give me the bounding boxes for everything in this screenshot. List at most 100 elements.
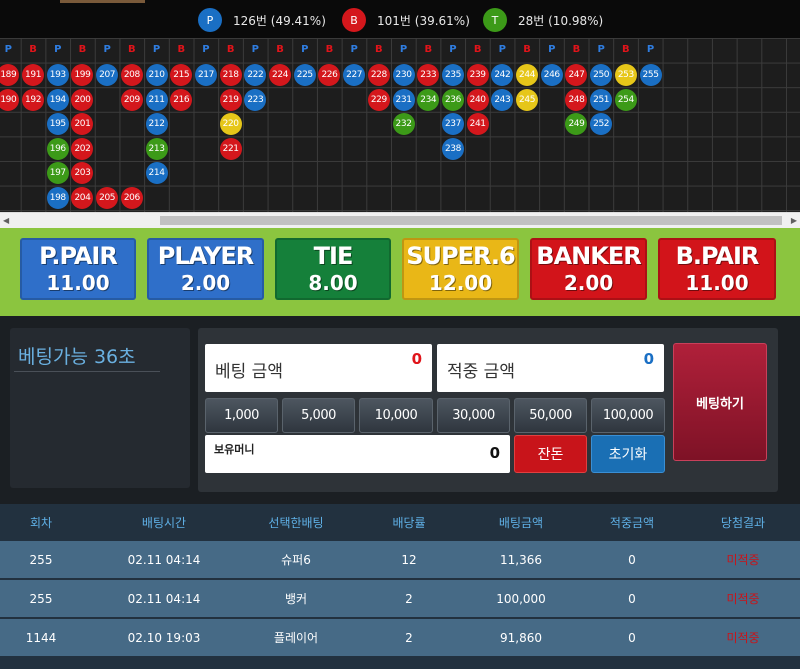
road-header-p: P [4, 44, 13, 55]
road-bead: 222 [244, 63, 267, 86]
cell-odds: 2 [405, 630, 413, 645]
timer-panel: 베팅가능 36초 [10, 328, 190, 488]
chip-30000-button[interactable]: 30,000 [437, 398, 510, 433]
road-header-b: B [325, 44, 334, 55]
bet-name: PLAYER [157, 242, 254, 270]
road-bead: 229 [367, 88, 390, 111]
road-bead: 192 [22, 88, 45, 111]
road-bead: 235 [441, 63, 464, 86]
bet-odds: 8.00 [308, 271, 358, 295]
reset-button[interactable]: 초기화 [591, 435, 665, 473]
chip-1000-button[interactable]: 1,000 [205, 398, 278, 433]
road-bead: 248 [565, 88, 588, 111]
p-pair-button[interactable]: P.PAIR 11.00 [20, 238, 136, 300]
road-bead: 232 [392, 113, 415, 136]
road-header-b: B [29, 44, 37, 55]
road-header-p: P [399, 44, 408, 55]
tie-button[interactable]: TIE 8.00 [275, 238, 391, 300]
road-header-p: P [301, 44, 309, 55]
chip-5000-button[interactable]: 5,000 [282, 398, 355, 433]
bet-odds: 11.00 [685, 271, 749, 295]
chip-100000-button[interactable]: 100,000 [591, 398, 665, 433]
banker-icon: B [342, 8, 366, 32]
road-header-b: B [177, 44, 186, 55]
road-bead: 200 [71, 88, 94, 111]
scroll-thumb[interactable] [160, 216, 782, 225]
road-bead: 228 [367, 63, 390, 86]
road-bead: 213 [145, 137, 168, 160]
bet-name: TIE [313, 242, 354, 270]
road-bead: 252 [590, 113, 613, 136]
cell-round: 255 [29, 552, 53, 567]
cell-win-amount: 0 [628, 591, 636, 606]
scroll-right-icon[interactable]: ▶ [791, 216, 797, 225]
road-header-p: P [597, 44, 605, 55]
cell-odds: 12 [401, 552, 417, 567]
road-bead: 205 [96, 186, 119, 209]
stats-bar: P 126번 (49.41%) B 101번 (39.61%) T 28번 (1… [0, 0, 800, 38]
road-header-b: B [128, 44, 136, 55]
road-header-p: P [548, 44, 556, 55]
table-row[interactable]: 255 02.11 04:14 슈퍼6 12 11,366 0 미적중 [0, 541, 800, 578]
bet-type-panel: P.PAIR 11.00 PLAYER 2.00 TIE 8.00 SUPER.… [0, 228, 800, 316]
b-pair-button[interactable]: B.PAIR 11.00 [658, 238, 776, 300]
table-row[interactable]: 1144 02.10 19:03 플레이어 2 91,860 0 미적중 [0, 619, 800, 656]
scroll-left-icon[interactable]: ◀ [3, 216, 9, 225]
tie-stat-text: 28번 (10.98%) [518, 13, 604, 28]
header-odds: 배당률 [392, 516, 426, 530]
header-result: 당첨결과 [720, 516, 766, 530]
road-header-p: P [251, 44, 260, 55]
super6-button[interactable]: SUPER.6 12.00 [402, 238, 519, 300]
road-bead: 190 [0, 88, 20, 111]
road-bead: 250 [590, 63, 613, 86]
road-bead: 237 [441, 113, 464, 136]
bet-name: BANKER [536, 242, 641, 270]
road-bead: 221 [219, 137, 242, 160]
road-bead: 217 [194, 63, 217, 86]
player-button[interactable]: PLAYER 2.00 [147, 238, 264, 300]
road-bead: 216 [170, 88, 193, 111]
road-header-p: P [350, 44, 358, 55]
road-bead: 209 [120, 88, 143, 111]
road-bead: 246 [540, 63, 563, 86]
header-round: 회차 [29, 516, 53, 530]
road-header-b: B [572, 44, 581, 55]
horizontal-scrollbar[interactable]: ◀ ▶ [0, 212, 800, 228]
chip-10000-button[interactable]: 10,000 [359, 398, 433, 433]
road-header-b: B [473, 44, 482, 55]
road-bead: 227 [343, 63, 366, 86]
bet-odds: 2.00 [180, 271, 231, 295]
road-grid: P B P B P B P B P B P B P B P B P B P B P B P B P B P 189 190 191 192 1… [0, 38, 800, 212]
road-bead: 218 [219, 63, 242, 86]
chip-50000-button[interactable]: 50,000 [514, 398, 587, 433]
cell-win-amount: 0 [628, 552, 636, 567]
place-bet-button[interactable]: 베팅하기 [673, 343, 767, 461]
divider [14, 371, 160, 372]
road-bead: 231 [392, 88, 415, 111]
road-header-p: P [498, 44, 507, 55]
table-row[interactable]: 255 02.11 04:14 뱅커 2 100,000 0 미적중 [0, 580, 800, 617]
road-bead: 249 [565, 113, 588, 136]
betting-timer: 베팅가능 36초 [18, 346, 136, 368]
road-header-b: B [78, 44, 87, 55]
cell-odds: 2 [405, 591, 413, 606]
road-bead: 245 [516, 88, 539, 111]
road-bead: 241 [466, 113, 489, 136]
cell-bet-time: 02.10 19:03 [127, 630, 201, 645]
road-bead: 197 [46, 162, 69, 185]
tie-icon: T [483, 8, 507, 32]
player-stat-text: 126번 (49.41%) [233, 13, 326, 28]
road-header-b: B [276, 44, 284, 55]
cell-bet-amount: 11,366 [500, 552, 542, 567]
road-bead: 199 [71, 63, 94, 86]
road-bead: 226 [318, 63, 341, 86]
cell-bet-amount: 91,860 [500, 630, 542, 645]
change-button[interactable]: 잔돈 [514, 435, 587, 473]
road-bead: 214 [145, 162, 168, 185]
banker-button[interactable]: BANKER 2.00 [530, 238, 647, 300]
road-header-b: B [523, 44, 531, 55]
banker-stat-text: 101번 (39.61%) [377, 13, 470, 28]
road-header-p: P [646, 44, 655, 55]
road-bead: 240 [466, 88, 489, 111]
balance-field: 보유머니 0 [205, 435, 510, 473]
